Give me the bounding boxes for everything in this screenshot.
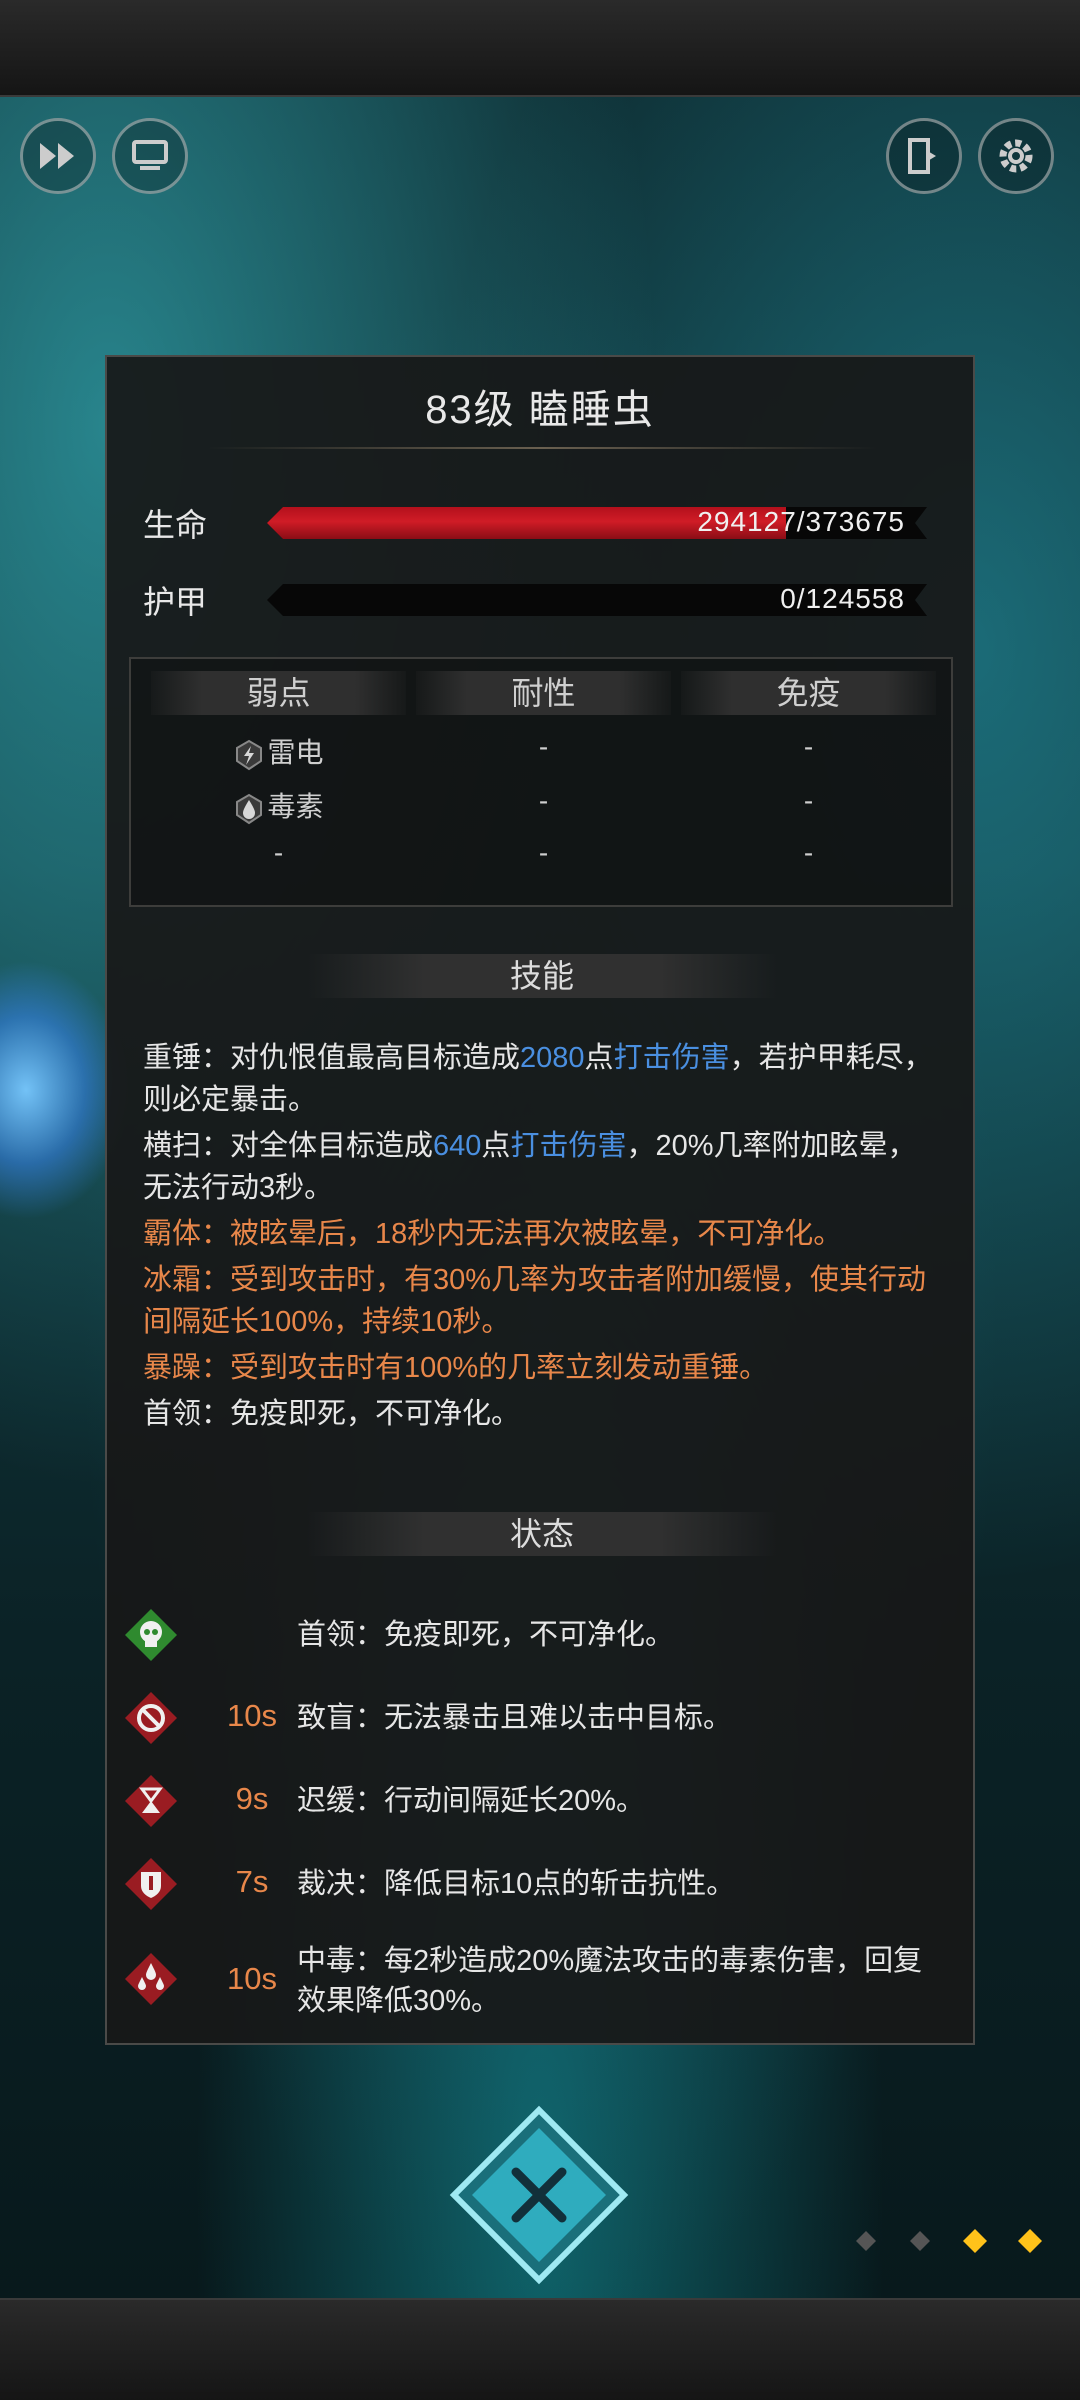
shield-icon xyxy=(125,1858,177,1910)
bottom-frame xyxy=(0,2298,1080,2400)
status-boss-text: 首领：免疫即死，不可净化。 xyxy=(297,1619,675,1651)
status-judgement-time: 7s xyxy=(235,1864,269,1899)
immunity-header: 免疫 xyxy=(681,671,936,715)
armor-label: 护甲 xyxy=(143,584,208,620)
skill-1-name: 重锤： xyxy=(143,1042,231,1074)
skills-header: 技能 xyxy=(307,954,777,998)
lightning-icon xyxy=(236,739,263,770)
status-slow-time: 9s xyxy=(235,1781,269,1816)
skill-2-text-b: 点 xyxy=(481,1130,511,1162)
immunity-cell-3: - xyxy=(803,837,814,868)
status-header: 状态 xyxy=(307,1512,777,1556)
monitor-glyph xyxy=(132,140,168,170)
skill-frost: 冰霜：受到攻击时，有30%几率为攻击者附加缓慢，使其行动间隔延长100%，持续1… xyxy=(143,1264,927,1338)
fast-forward-glyph xyxy=(40,143,74,169)
weakness-cell-2: 毒素 xyxy=(151,785,406,825)
hourglass-icon xyxy=(125,1775,177,1827)
resistance-header: 耐性 xyxy=(416,671,671,715)
skill-sweep: 横扫：对全体目标造成640点打击伤害，20%几率附加眩晕，无法行动3秒。 xyxy=(143,1125,943,1209)
skill-2-damage-type: 打击伤害 xyxy=(510,1130,627,1162)
blind-icon xyxy=(125,1692,177,1744)
page-dot-4 xyxy=(1018,2229,1042,2253)
armor-value: 0/124558 xyxy=(780,583,905,614)
poison-drops-icon xyxy=(125,1953,177,2005)
skill-2-text-a: 对全体目标造成 xyxy=(230,1130,434,1162)
weakness-cell-3: - xyxy=(273,837,284,868)
weakness-cell-1: 雷电 xyxy=(151,731,406,771)
status-slow-text: 迟缓：行动间隔延长20%。 xyxy=(297,1785,646,1817)
skill-boss: 首领：免疫即死，不可净化。 xyxy=(143,1398,521,1430)
exit-icon[interactable] xyxy=(886,118,962,194)
page-dot-3 xyxy=(963,2229,987,2253)
skills-list: 重锤：对仇恨值最高目标造成2080点打击伤害，若护甲耗尽，则必定暴击。 横扫：对… xyxy=(143,1037,943,1439)
page-indicator xyxy=(856,2229,1042,2253)
hp-bar: 294127/373675 xyxy=(267,507,927,539)
skill-1-damage: 2080 xyxy=(520,1042,585,1074)
skill-1-damage-type: 打击伤害 xyxy=(613,1042,730,1074)
skill-super-armor: 霸体：被眩晕后，18秒内无法再次被眩晕，不可净化。 xyxy=(143,1218,843,1250)
resistance-cell-3: - xyxy=(538,837,549,868)
status-judgement-text: 裁决：降低目标10点的斩击抗性。 xyxy=(297,1868,736,1900)
resistance-cell-2: - xyxy=(538,785,549,816)
poison-icon xyxy=(236,793,263,824)
auto-battle-icon[interactable] xyxy=(112,118,188,194)
page-dot-1 xyxy=(856,2231,876,2251)
close-x-icon xyxy=(449,2105,629,2285)
top-frame xyxy=(0,0,1080,97)
skill-1-text-b: 点 xyxy=(584,1042,614,1074)
hp-value: 294127/373675 xyxy=(697,506,905,537)
title-divider xyxy=(207,447,877,449)
immunity-cell-2: - xyxy=(803,785,814,816)
skull-icon xyxy=(125,1609,177,1661)
enemy-info-panel: 83级 瞌睡虫 生命 294127/373675 护甲 0/124558 弱点 … xyxy=(105,355,975,2045)
resistance-table: 弱点 耐性 免疫 雷电 - - 毒素 - - - - - xyxy=(129,657,953,907)
status-poison-time: 10s xyxy=(227,1961,277,1996)
weakness-header: 弱点 xyxy=(151,671,406,715)
close-button[interactable] xyxy=(444,2100,634,2290)
skill-rage: 暴躁：受到攻击时有100%的几率立刻发动重锤。 xyxy=(143,1352,769,1384)
weakness-poison-text: 毒素 xyxy=(267,791,324,822)
armor-bar: 0/124558 xyxy=(267,584,927,616)
status-blind-time: 10s xyxy=(227,1698,277,1733)
status-blind-text: 致盲：无法暴击且难以击中目标。 xyxy=(297,1702,733,1734)
skill-2-name: 横扫： xyxy=(143,1130,231,1162)
gear-glyph xyxy=(999,139,1033,173)
exit-glyph xyxy=(908,138,936,174)
resistance-cell-1: - xyxy=(538,731,549,762)
hp-label: 生命 xyxy=(143,507,208,543)
fast-forward-icon[interactable] xyxy=(20,118,96,194)
skill-heavy-hammer: 重锤：对仇恨值最高目标造成2080点打击伤害，若护甲耗尽，则必定暴击。 xyxy=(143,1037,943,1121)
skill-2-damage: 640 xyxy=(433,1130,482,1162)
weakness-lightning-text: 雷电 xyxy=(267,737,324,768)
settings-gear-icon[interactable] xyxy=(978,118,1054,194)
enemy-title: 83级 瞌睡虫 xyxy=(425,388,655,432)
skill-1-text-a: 对仇恨值最高目标造成 xyxy=(230,1042,521,1074)
immunity-cell-1: - xyxy=(803,731,814,762)
page-dot-2 xyxy=(910,2231,930,2251)
status-poison-text: 中毒：每2秒造成20%魔法攻击的毒素伤害，回复效果降低30%。 xyxy=(297,1945,923,2017)
